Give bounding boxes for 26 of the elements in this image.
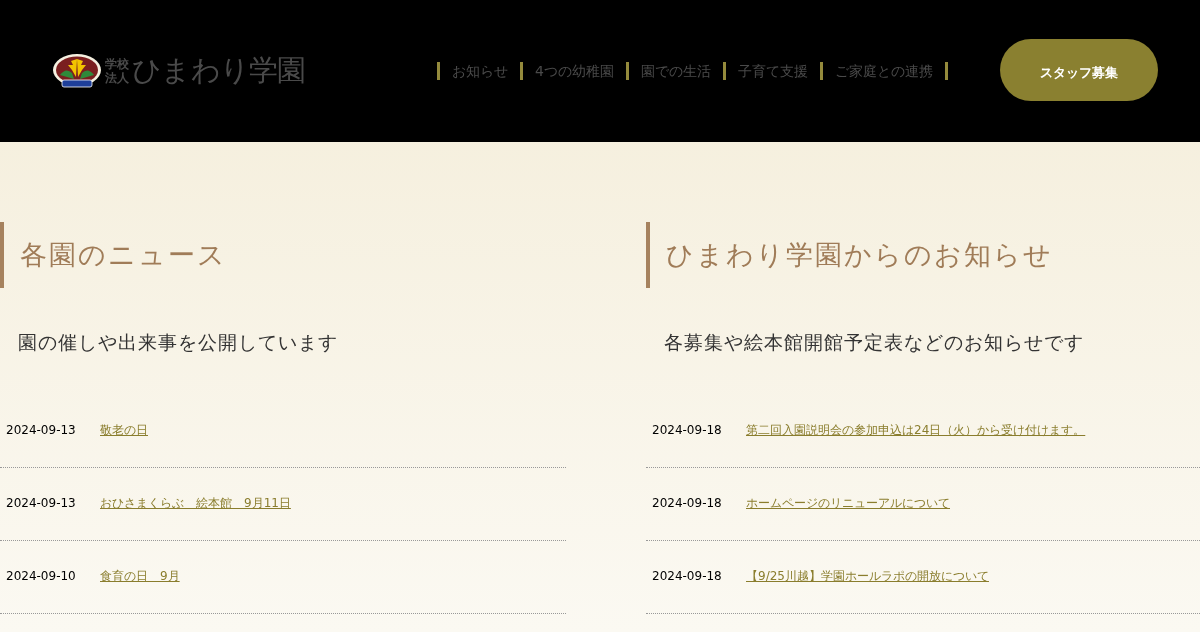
logo-text: ひまわり学園 [132, 52, 306, 90]
news-date: 2024-09-10 [6, 567, 77, 585]
news-date: 2024-09-18 [652, 567, 723, 585]
section-heading: 各園のニュース [20, 237, 227, 272]
news-date: 2024-09-13 [6, 494, 77, 512]
staff-recruit-button[interactable]: スタッフ募集 [1000, 39, 1158, 101]
nav-link[interactable]: 園での生活 [641, 60, 711, 82]
nav-link[interactable]: 子育て支援 [738, 60, 808, 82]
nav-link[interactable]: 4つの幼稚園 [535, 60, 614, 82]
section-lead: 園の催しや出来事を公開しています [17, 330, 339, 355]
news-date: 2024-09-13 [6, 421, 77, 439]
sunflower-emblem-icon [52, 53, 102, 89]
news-link[interactable]: 第二回入園説明会の参加申込は24日（火）から受け付けます。 [746, 420, 1086, 439]
news-date: 2024-09-18 [652, 421, 723, 439]
section-heading: ひまわり学園からのお知らせ [666, 237, 1053, 272]
news-link[interactable]: おひさまくらぶ 絵本館 9月11日 [100, 493, 291, 512]
logo-caption: 学校 [105, 57, 129, 71]
news-date: 2024-09-18 [652, 494, 723, 512]
news-link[interactable]: 食育の日 9月 [100, 566, 180, 585]
news-link[interactable]: 敬老の日 [100, 420, 148, 439]
news-link[interactable]: ホームページのリニューアルについて [746, 493, 950, 512]
nav-link[interactable]: ご家庭との連携 [835, 60, 933, 82]
section-lead: 各募集や絵本館開館予定表などのお知らせです [663, 330, 1085, 355]
nav-link[interactable]: お知らせ [452, 60, 509, 82]
news-link[interactable]: 【9/25川越】学園ホールラポの開放について [746, 566, 989, 585]
logo-caption: 法人 [105, 71, 129, 85]
